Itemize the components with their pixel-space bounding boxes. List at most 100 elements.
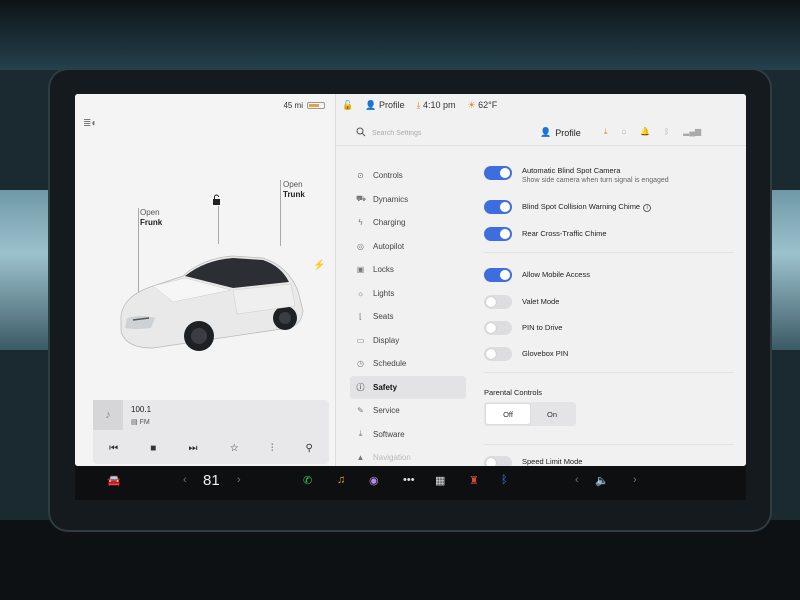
joystick-icon[interactable]: ♜ <box>469 474 479 487</box>
setting-label: Glovebox PIN <box>522 349 569 358</box>
menu-item-display[interactable]: ▭ Display <box>350 329 466 353</box>
unlock-icon[interactable] <box>212 194 221 205</box>
music-note-icon: ♪ <box>93 400 123 430</box>
info-icon[interactable]: i <box>643 204 652 212</box>
display-icon: ▭ <box>356 335 365 345</box>
menu-item-schedule[interactable]: ◷ Schedule <box>350 352 466 376</box>
stop-icon[interactable]: ■ <box>150 443 156 454</box>
valet-mode-toggle[interactable] <box>484 295 512 309</box>
setting-label: Rear Cross-Traffic Chime <box>522 229 607 238</box>
steering-wheel-icon: ◎ <box>357 241 364 251</box>
navigation-icon: ▲ <box>356 453 365 463</box>
setting-label: Valet Mode <box>522 297 560 306</box>
frunk-label-line1: Open <box>140 208 160 217</box>
status-profile[interactable]: 👤 Profile <box>365 100 404 111</box>
menu-item-navigation[interactable]: ▲ Navigation <box>350 446 466 466</box>
radio-station: 100.1 <box>131 405 152 414</box>
menu-item-lights[interactable]: ☼ Lights <box>350 282 466 306</box>
battery-icon <box>307 102 325 109</box>
favorite-star-icon[interactable]: ☆ <box>230 443 239 454</box>
menu-item-autopilot[interactable]: ◎ Autopilot <box>350 235 466 259</box>
range-indicator: 45 mi <box>283 101 325 110</box>
open-trunk-button[interactable]: Open Trunk <box>283 180 305 200</box>
parental-controls-off[interactable]: Off <box>486 404 530 424</box>
car-pane: 45 mi ≣◐ Open Frunk Open Trunk ⚡ ♪ 100.1… <box>75 94 335 466</box>
volume-icon[interactable]: 🔈 <box>595 474 609 487</box>
temp-up-chevron-icon[interactable]: › <box>237 474 241 486</box>
menu-item-seats[interactable]: ⌊ Seats <box>350 305 466 329</box>
parental-controls-label: Parental Controls <box>484 388 542 397</box>
touchscreen: 45 mi ≣◐ Open Frunk Open Trunk ⚡ ♪ 100.1… <box>75 94 746 466</box>
menu-item-locks[interactable]: ▣ Locks <box>350 258 466 282</box>
menu-label: Display <box>373 335 400 345</box>
setting-description: Show side camera when turn signal is eng… <box>522 177 669 184</box>
menu-item-service[interactable]: ✎ Service <box>350 399 466 423</box>
previous-track-icon[interactable]: ⏮ <box>109 443 118 454</box>
menu-item-safety[interactable]: ⓘ Safety <box>350 375 466 399</box>
blind-spot-chime-toggle[interactable] <box>484 200 512 214</box>
settings-menu: ⊙ Controls ⛟ Dynamics ϟ Charging ◎ Autopilot… <box>350 164 466 466</box>
menu-item-software[interactable]: ⤓ Software <box>350 423 466 447</box>
setting-label: Blind Spot Collision Warning Chime <box>522 202 641 211</box>
menu-label: Safety <box>373 382 398 392</box>
mobile-access-toggle[interactable] <box>484 268 512 282</box>
camera-icon[interactable]: ◉ <box>369 474 379 487</box>
divider <box>484 444 734 445</box>
menu-item-charging[interactable]: ϟ Charging <box>350 211 466 235</box>
headlight-icon[interactable]: ≣◐ <box>83 118 97 129</box>
phone-icon[interactable]: ✆ <box>303 474 312 487</box>
car-icon: ⛟ <box>356 194 367 204</box>
menu-label: Navigation <box>373 453 411 463</box>
setting-label-row: Blind Spot Collision Warning Chime i <box>522 202 652 212</box>
taskbar: 🚘 ‹ 81 › ✆ ♫ ◉ ••• ▦ ♜ ᛒ ‹ 🔈 › <box>75 466 746 500</box>
clock-icon: ◷ <box>357 359 364 369</box>
setting-label: Speed Limit Mode <box>522 457 583 466</box>
divider <box>484 372 734 373</box>
cabin-temperature[interactable]: 81 <box>203 472 220 489</box>
status-profile-label: Profile <box>378 99 405 110</box>
glovebox-pin-toggle[interactable] <box>484 347 512 361</box>
radio-band-text: FM <box>139 419 150 426</box>
menu-label: Locks <box>373 265 394 275</box>
volume-down-chevron-icon[interactable]: ‹ <box>575 474 579 486</box>
volume-up-chevron-icon[interactable]: › <box>633 474 637 486</box>
trunk-label-line2: Trunk <box>283 190 305 199</box>
blind-spot-camera-toggle[interactable] <box>484 166 512 180</box>
dashboard-top <box>0 0 800 70</box>
menu-item-controls[interactable]: ⊙ Controls <box>350 164 466 188</box>
safety-icon: ⓘ <box>356 382 365 392</box>
radio-band: ▤ FM <box>131 419 150 426</box>
rear-cross-traffic-toggle[interactable] <box>484 227 512 241</box>
open-frunk-button[interactable]: Open Frunk <box>140 208 162 228</box>
pin-to-drive-toggle[interactable] <box>484 321 512 335</box>
music-icon[interactable]: ♫ <box>337 474 345 486</box>
search-settings-input[interactable] <box>372 125 492 141</box>
next-track-icon[interactable]: ⏭ <box>189 443 198 454</box>
menu-label: Charging <box>373 218 406 228</box>
equalizer-icon[interactable]: ⫶ <box>271 443 274 454</box>
media-search-icon[interactable]: ⚲ <box>306 443 313 454</box>
wrench-icon: ✎ <box>357 406 364 416</box>
menu-label: Lights <box>373 288 395 298</box>
temp-down-chevron-icon[interactable]: ‹ <box>183 474 187 486</box>
charge-port-icon[interactable]: ⚡ <box>313 260 325 271</box>
frunk-label-line2: Frunk <box>140 218 163 227</box>
car-icon[interactable]: 🚘 <box>107 474 121 487</box>
download-icon: ⤓ <box>416 99 421 110</box>
more-apps-icon[interactable]: ••• <box>403 474 415 486</box>
menu-item-dynamics[interactable]: ⛟ Dynamics <box>350 188 466 212</box>
search-icon <box>356 127 366 137</box>
speed-limit-mode-toggle[interactable] <box>484 456 512 466</box>
sun-icon: ☀ <box>467 99 476 110</box>
settings-pane: 🔓 👤 Profile ⤓ 4:10 pm ☀ 62°F 👤 Profile ⤓… <box>335 94 746 466</box>
status-time: ⤓ 4:10 pm <box>416 100 455 111</box>
media-player[interactable]: ♪ 100.1 ▤ FM ⏮ ■ ⏭ ☆ ⫶ ⚲ <box>93 400 329 464</box>
calendar-icon[interactable]: ▦ <box>435 474 445 487</box>
parental-controls-on[interactable]: On <box>530 404 574 424</box>
range-text: 45 mi <box>283 101 303 110</box>
menu-label: Autopilot <box>373 241 405 251</box>
lock-status-icon[interactable]: 🔓 <box>342 100 353 111</box>
dashboard-bottom <box>0 520 800 600</box>
menu-label: Controls <box>373 171 403 181</box>
bluetooth-app-icon[interactable]: ᛒ <box>501 474 508 486</box>
